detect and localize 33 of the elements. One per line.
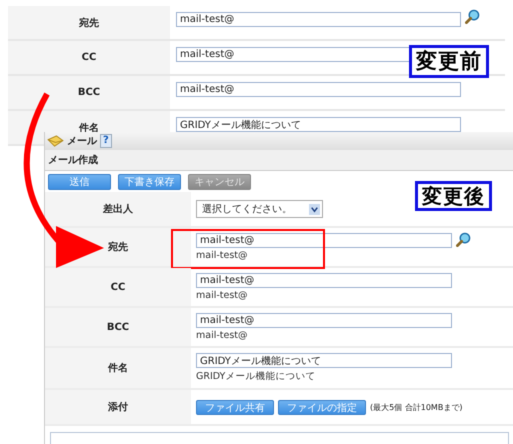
input-field[interactable]: GRIDYメール機能について	[196, 353, 452, 368]
input-field[interactable]: mail-test@	[176, 12, 461, 27]
input-field[interactable]: GRIDYメール機能について	[176, 117, 461, 132]
sender-dropdown[interactable]: 選択してください。	[196, 200, 323, 218]
field-label: BCC	[78, 87, 100, 98]
preview-text: mail-test@	[196, 250, 249, 261]
envelope-icon	[47, 134, 64, 148]
input-field[interactable]: mail-test@	[176, 82, 461, 97]
input-field[interactable]: mail-test@	[196, 313, 452, 328]
field-label: CC	[110, 282, 126, 292]
field-label: 件名	[79, 122, 99, 134]
field-label: 宛先	[108, 240, 128, 254]
input-field[interactable]: mail-test@	[176, 47, 409, 62]
dropdown-caret-icon[interactable]	[309, 204, 320, 214]
window-title: メール	[67, 135, 97, 148]
input-field[interactable]: mail-test@	[196, 273, 452, 288]
search-icon[interactable]	[456, 232, 471, 246]
preview-text: mail-test@	[196, 330, 249, 341]
field-label: CC	[82, 52, 96, 63]
preview-text: GRIDYメール機能について	[196, 370, 316, 383]
field-label: 件名	[108, 362, 128, 375]
annotation-label: 変更後	[415, 181, 492, 211]
input-field[interactable]: mail-test@	[196, 233, 452, 248]
field-label: 差出人	[103, 202, 133, 216]
field-label: BCC	[106, 322, 130, 332]
search-icon[interactable]	[465, 9, 480, 24]
preview-text: mail-test@	[196, 290, 249, 301]
field-label: 宛先	[79, 16, 99, 30]
annotation-label: 変更前	[409, 45, 489, 78]
help-icon[interactable]: ?	[100, 134, 112, 148]
limit-note: (最大5個 合計10MBまで)	[370, 402, 462, 412]
field-label: 添付	[108, 400, 128, 414]
section-title: メール作成	[48, 154, 98, 167]
